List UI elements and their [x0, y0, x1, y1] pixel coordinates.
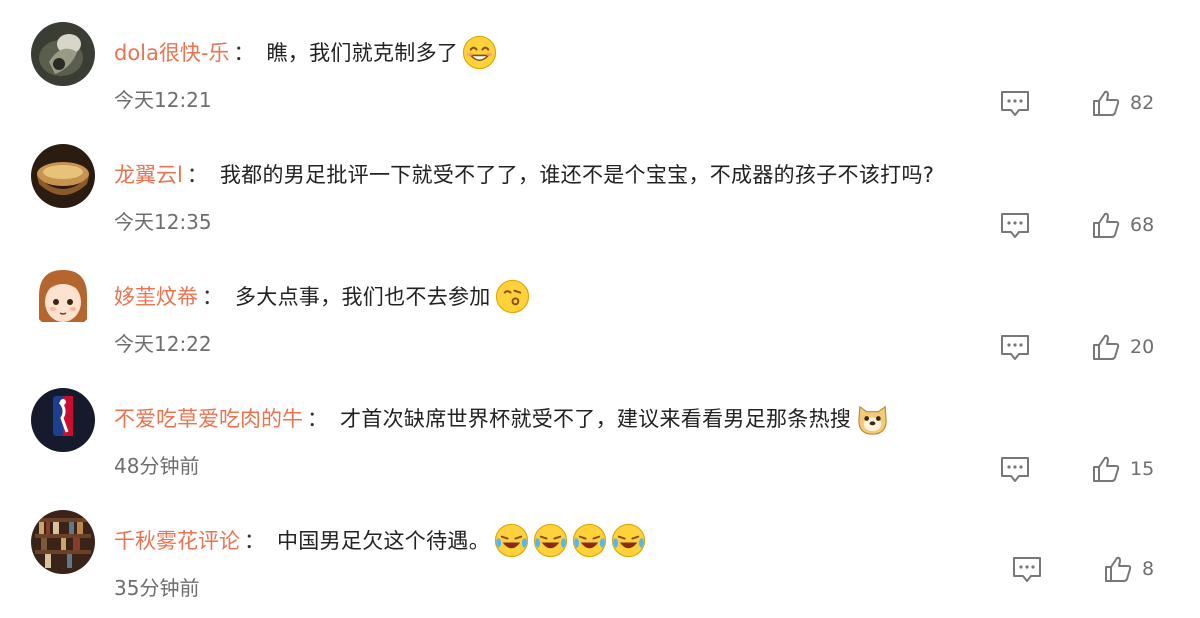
username-link[interactable]: dola很快-乐 — [114, 37, 229, 67]
comment-icon[interactable] — [1012, 556, 1042, 584]
like-count: 15 — [1130, 458, 1155, 480]
separator: ： — [307, 407, 328, 431]
comment-text: 才首次缺席世界杯就受不了，建议来看看男足那条热搜 — [340, 407, 852, 431]
avatar[interactable] — [31, 510, 95, 574]
comment-text: 我都的男足批评一下就受不了了，谁还不是个宝宝，不成器的孩子不该打吗? — [219, 163, 935, 187]
thumbs-up-icon — [1093, 334, 1120, 360]
thumbs-up-icon — [1093, 90, 1120, 116]
comment-icon[interactable] — [1000, 212, 1030, 240]
like-count: 68 — [1130, 214, 1155, 236]
comment-timestamp: 48分钟前 — [114, 454, 200, 478]
separator: ： — [186, 163, 208, 187]
like-button[interactable]: 15 — [1092, 454, 1154, 484]
like-button[interactable]: 8 — [1104, 554, 1154, 584]
comment-item: 龙翼云l ： 我都的男足批评一下就受不了了，谁还不是个宝宝，不成器的孩子不该打吗… — [0, 142, 1200, 252]
comment-text: 瞧，我们就克制多了 — [266, 41, 459, 65]
like-count: 82 — [1130, 92, 1155, 114]
comment-item: 不爱吃草爱吃肉的牛 ： 才首次缺席世界杯就受不了，建议来看看男足那条热搜 48分… — [0, 386, 1200, 496]
doge-emoji-icon — [855, 401, 890, 436]
username-link[interactable]: 龙翼云l — [114, 159, 183, 189]
laugh-cry-emoji-icon — [611, 523, 646, 558]
comment-timestamp: 35分钟前 — [114, 576, 200, 600]
thumbs-up-icon — [1093, 212, 1120, 238]
comment-text: 中国男足欠这个待遇。 — [277, 529, 490, 553]
comment-item: 千秋雾花评论 ： 中国男足欠这个待遇。 35分钟前 8 — [0, 508, 1200, 618]
smile-emoji-icon — [462, 35, 497, 70]
comment-icon[interactable] — [1000, 90, 1030, 118]
separator: ： — [233, 41, 255, 65]
username-link[interactable]: 不爱吃草爱吃肉的牛 — [114, 403, 303, 433]
comment-list: dola很快-乐 ： 瞧，我们就克制多了 今天12:21 82 龙翼云l ： 我… — [0, 0, 1200, 600]
laugh-cry-emoji-icon — [572, 523, 607, 558]
comment-item: 姼茥炆帣 ： 多大点事，我们也不去参加 今天12:22 20 — [0, 264, 1200, 374]
comment-timestamp: 今天12:21 — [114, 88, 212, 112]
comment-icon[interactable] — [1000, 456, 1030, 484]
comment-line: 不爱吃草爱吃肉的牛 ： 才首次缺席世界杯就受不了，建议来看看男足那条热搜 — [114, 400, 890, 436]
username-link[interactable]: 千秋雾花评论 — [114, 525, 240, 555]
like-button[interactable]: 20 — [1092, 332, 1154, 362]
thumbs-up-icon — [1105, 556, 1132, 582]
avatar[interactable] — [31, 388, 95, 452]
username-link[interactable]: 姼茥炆帣 — [114, 281, 198, 311]
comment-icon[interactable] — [1000, 334, 1030, 362]
comment-line: dola很快-乐 ： 瞧，我们就克制多了 — [114, 34, 497, 70]
whistle-emoji-icon — [495, 279, 530, 314]
laugh-cry-emoji-icon — [533, 523, 568, 558]
comment-item: dola很快-乐 ： 瞧，我们就克制多了 今天12:21 82 — [0, 20, 1200, 130]
avatar[interactable] — [31, 22, 95, 86]
separator: ： — [244, 529, 265, 553]
like-button[interactable]: 68 — [1092, 210, 1154, 240]
laugh-cry-emoji-icon — [494, 523, 529, 558]
separator: ： — [202, 285, 223, 309]
like-count: 20 — [1130, 336, 1155, 358]
comment-line: 姼茥炆帣 ： 多大点事，我们也不去参加 — [114, 278, 530, 314]
like-button[interactable]: 82 — [1092, 88, 1154, 118]
thumbs-up-icon — [1093, 456, 1120, 482]
comment-line: 千秋雾花评论 ： 中国男足欠这个待遇。 — [114, 522, 646, 558]
avatar[interactable] — [31, 144, 95, 208]
avatar[interactable] — [31, 266, 95, 330]
comment-line: 龙翼云l ： 我都的男足批评一下就受不了了，谁还不是个宝宝，不成器的孩子不该打吗… — [114, 156, 934, 192]
like-count: 8 — [1142, 558, 1155, 580]
comment-text: 多大点事，我们也不去参加 — [235, 285, 491, 309]
comment-timestamp: 今天12:22 — [114, 332, 212, 356]
comment-timestamp: 今天12:35 — [114, 210, 212, 234]
